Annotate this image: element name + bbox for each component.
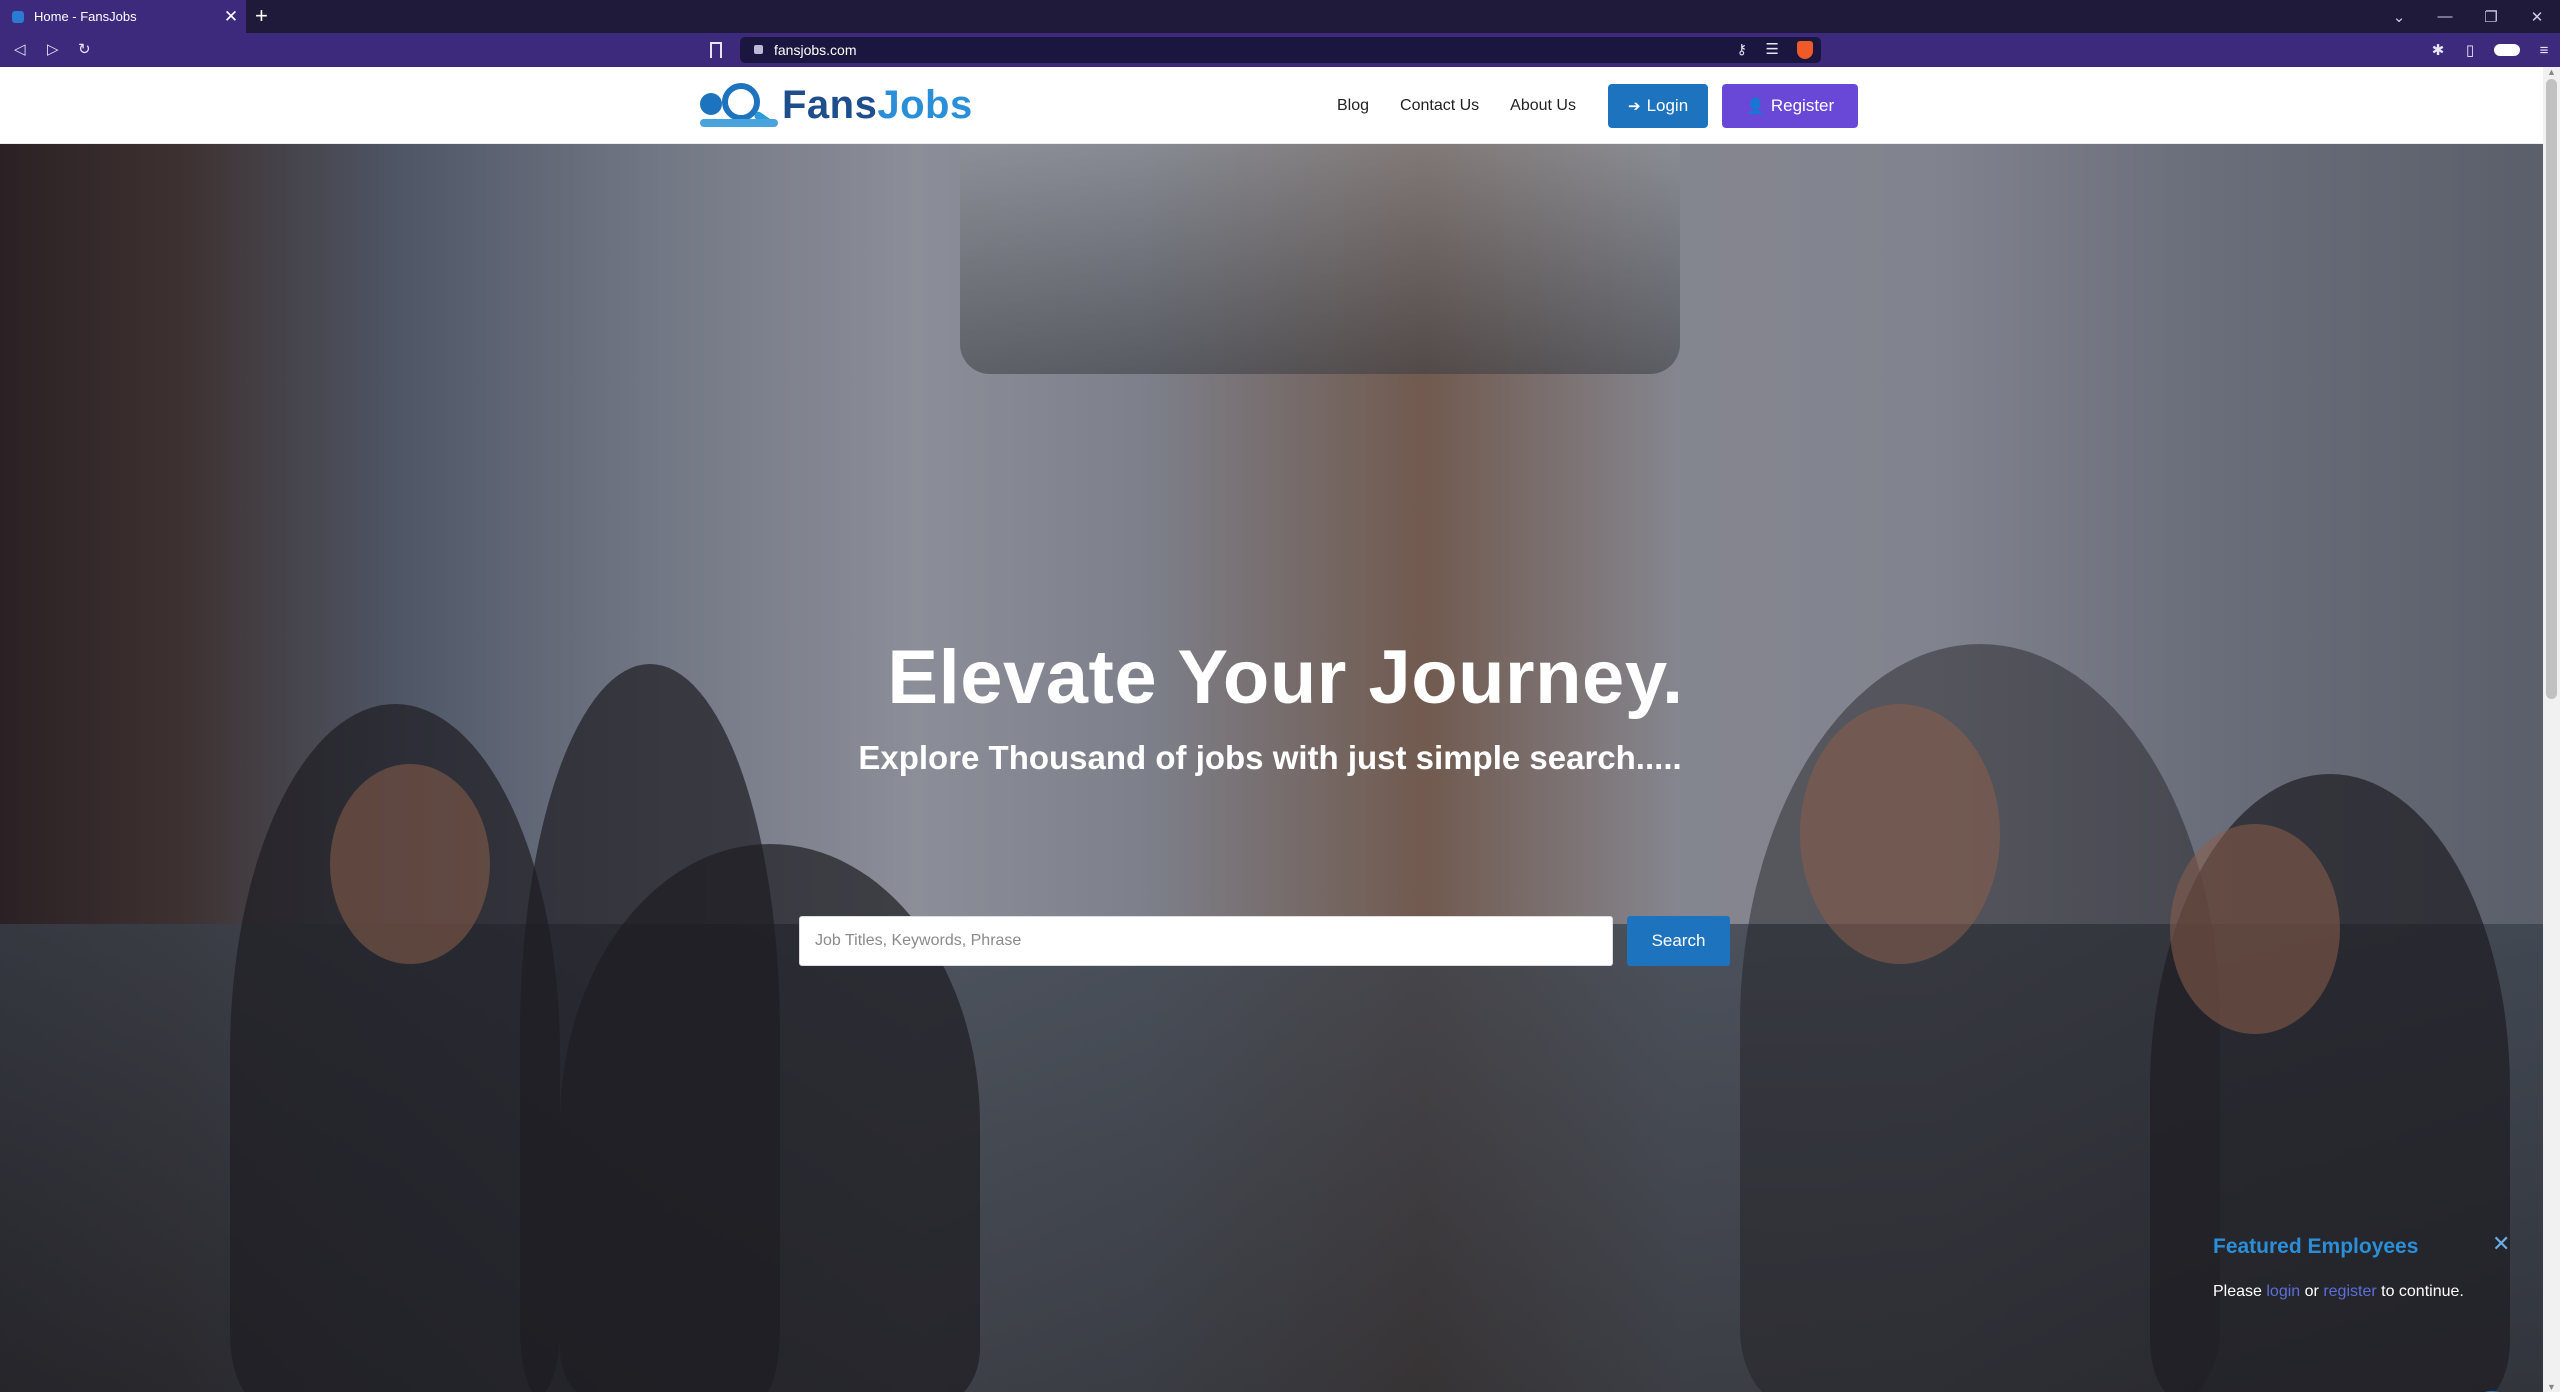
window-controls: ⌄ — ❐ ✕ [2376, 0, 2560, 33]
bookmark-icon[interactable] [710, 42, 722, 58]
address-bar[interactable]: fansjobs.com ⚷ ☰ [740, 37, 1821, 63]
sidebar-icon[interactable]: ▯ [2454, 41, 2486, 59]
logo-text: FansJobs [782, 82, 973, 127]
url-text[interactable]: fansjobs.com [774, 37, 856, 63]
register-button[interactable]: 👤 Register [1722, 83, 1859, 128]
page-viewport: FansJobs Blog Contact Us About Us ➔ Logi… [0, 67, 2560, 1392]
forward-button[interactable]: ▷ [47, 33, 59, 67]
tab-close-icon[interactable]: ✕ [220, 7, 242, 27]
nav-link-blog[interactable]: Blog [1337, 97, 1369, 115]
page-scrollbar[interactable]: ▲ ▼ [2543, 67, 2560, 1392]
brave-shield-icon[interactable] [1797, 41, 1813, 59]
reader-mode-icon[interactable]: ☰ [1766, 40, 1779, 58]
main-nav: Blog Contact Us About Us ➔ Login 👤 Regis… [1337, 67, 1859, 144]
featured-login-link[interactable]: login [2266, 1283, 2300, 1300]
featured-register-link[interactable]: register [2323, 1283, 2376, 1300]
scrollbar-thumb[interactable] [2546, 79, 2557, 699]
hero-background-face [2170, 824, 2340, 1034]
tab-list-icon[interactable]: ⌄ [2376, 8, 2422, 26]
search-button[interactable]: Search [1627, 916, 1730, 966]
sign-in-icon: ➔ [1627, 97, 1641, 115]
job-search-input[interactable] [799, 916, 1613, 966]
scroll-down-arrow-icon[interactable]: ▼ [2547, 1382, 2556, 1392]
wallet-icon[interactable] [2494, 44, 2520, 56]
site-header: FansJobs Blog Contact Us About Us ➔ Logi… [0, 67, 2543, 144]
lock-icon[interactable] [754, 45, 763, 54]
featured-close-icon[interactable]: ✕ [2492, 1231, 2510, 1257]
close-window-button[interactable]: ✕ [2514, 8, 2560, 26]
fansjobs-favicon-icon [12, 10, 24, 23]
new-tab-button[interactable]: + [255, 0, 268, 33]
minimize-button[interactable]: — [2422, 8, 2468, 25]
hero-background-face [330, 764, 490, 964]
login-label: Login [1646, 95, 1689, 115]
toolbar-right-icons: ✱ ▯ ≡ [2422, 33, 2560, 67]
register-label: Register [1770, 95, 1835, 115]
user-plus-icon: 👤 [1746, 97, 1765, 115]
back-button[interactable]: ◁ [14, 33, 26, 67]
hero-background-lamp [960, 144, 1680, 374]
login-button[interactable]: ➔ Login [1607, 83, 1709, 128]
menu-icon[interactable]: ≡ [2528, 42, 2560, 59]
extensions-icon[interactable]: ✱ [2422, 41, 2454, 59]
key-icon[interactable]: ⚷ [1737, 41, 1747, 58]
scroll-up-arrow-icon[interactable]: ▲ [2547, 67, 2556, 77]
featured-employees-title: Featured Employees [2213, 1235, 2419, 1258]
nav-link-about-us[interactable]: About Us [1510, 97, 1576, 115]
restore-button[interactable]: ❐ [2468, 8, 2514, 26]
hero-subtitle: Explore Thousand of jobs with just simpl… [858, 739, 1682, 776]
featured-login-message: Please login or register to continue. [2213, 1283, 2464, 1300]
fansjobs-logo[interactable]: FansJobs [700, 79, 973, 131]
browser-tab-strip: Home - FansJobs ✕ + ⌄ — ❐ ✕ [0, 0, 2560, 33]
hero-section: Elevate Your Journey. Explore Thousand o… [0, 144, 2543, 1392]
nav-link-contact-us[interactable]: Contact Us [1400, 97, 1479, 115]
logo-magnifier-icon [700, 79, 778, 131]
browser-tab-active[interactable]: Home - FansJobs ✕ [0, 0, 246, 33]
reload-button[interactable]: ↻ [78, 33, 91, 67]
tab-title: Home - FansJobs [34, 9, 137, 24]
featured-employees-panel: Featured Employees ✕ Please login or reg… [2213, 1231, 2513, 1301]
hero-title: Elevate Your Journey. [887, 635, 1684, 720]
browser-toolbar: ◁ ▷ ↻ fansjobs.com ⚷ ☰ ✱ ▯ ≡ [0, 33, 2560, 67]
